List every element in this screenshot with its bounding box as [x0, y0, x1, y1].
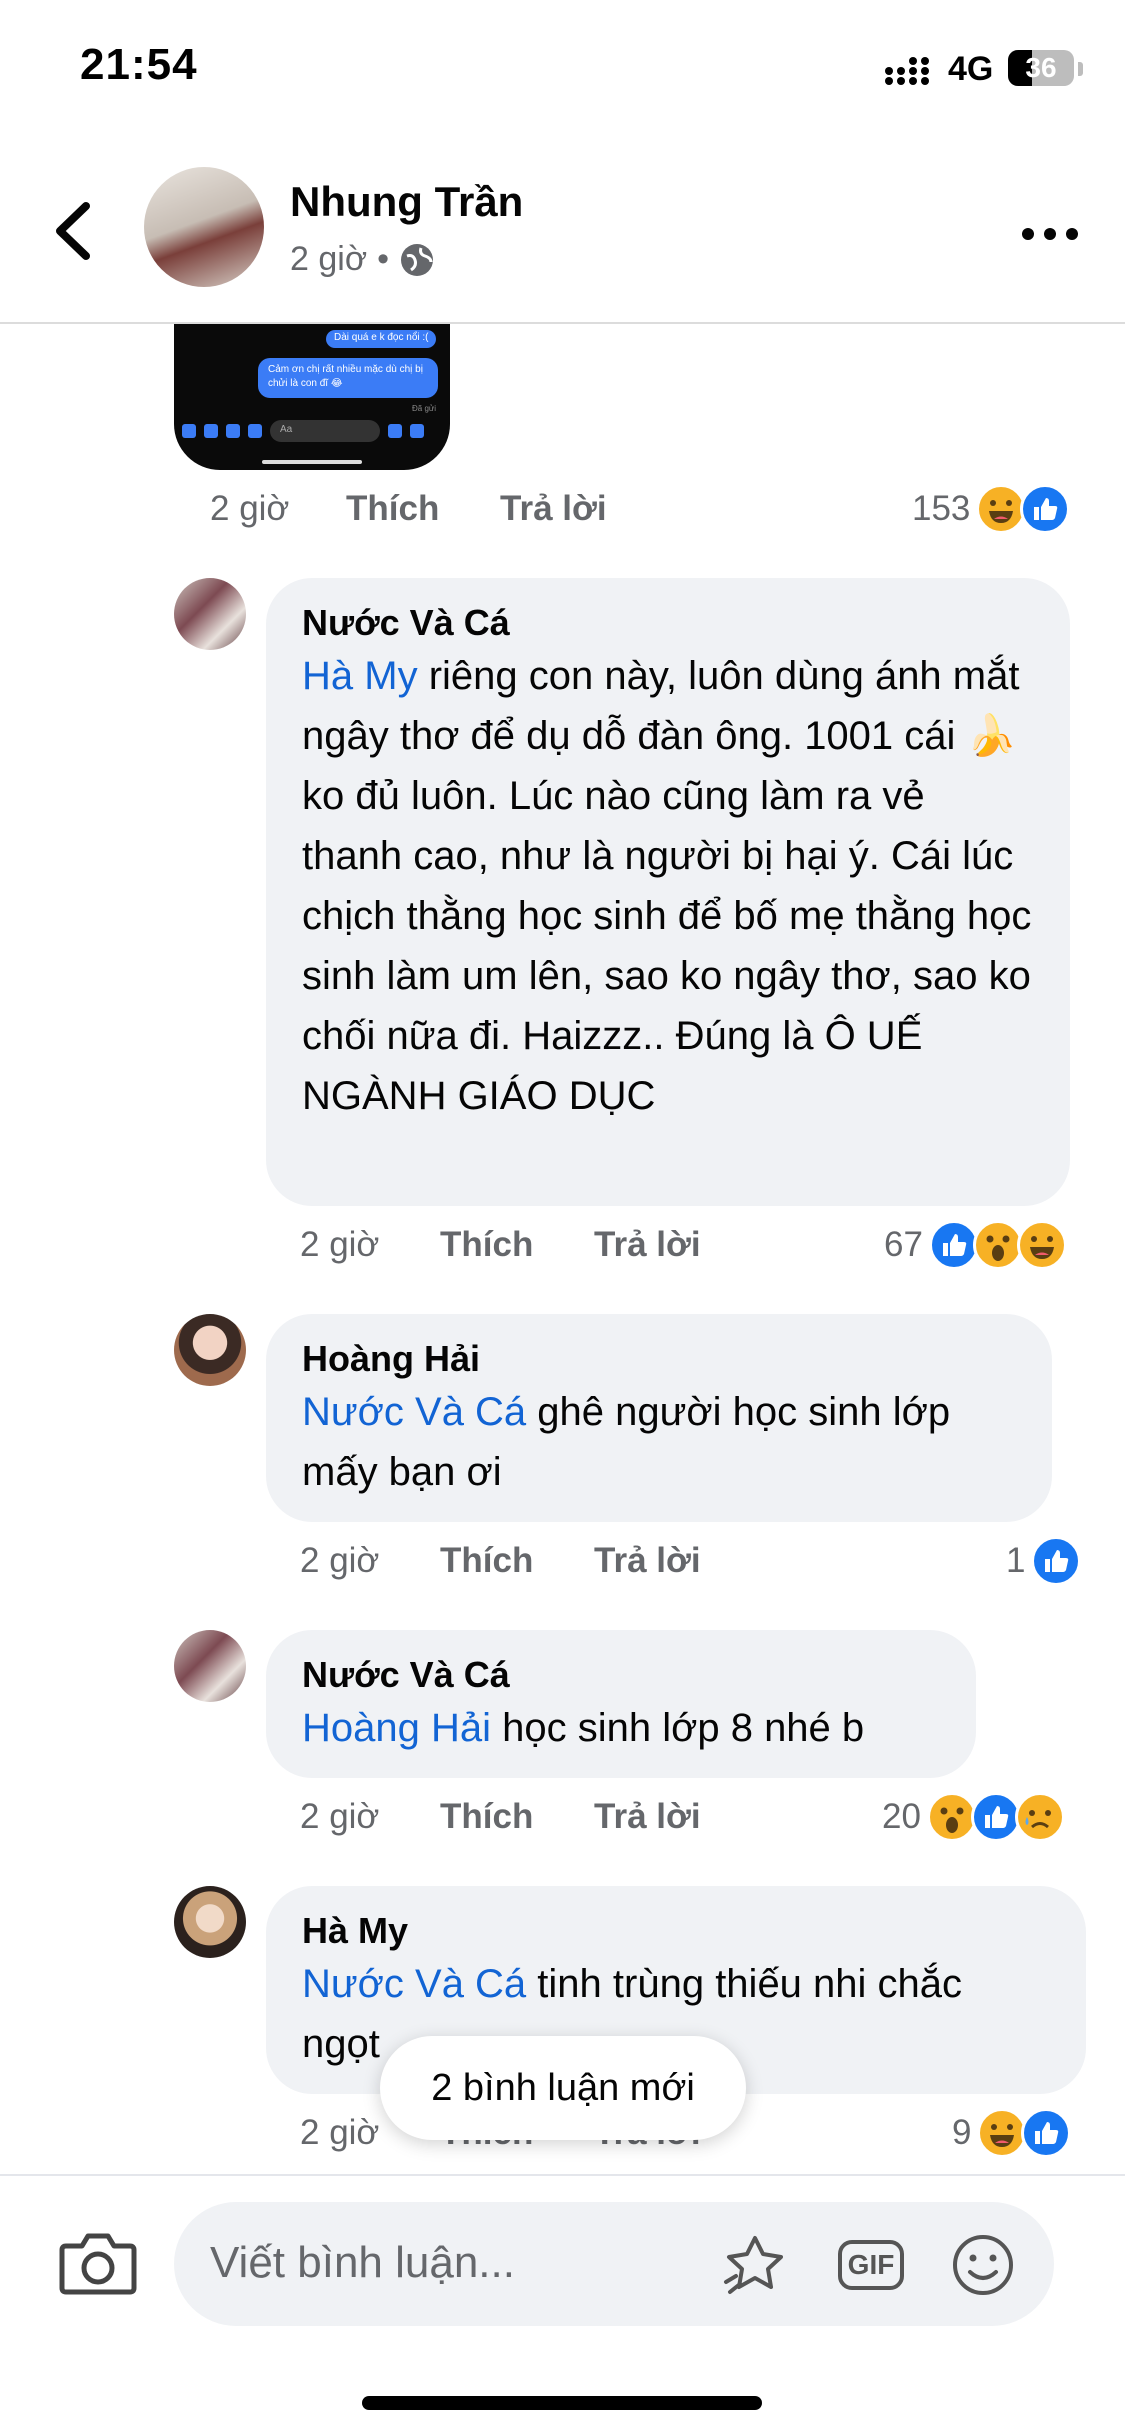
- emoji-icon[interactable]: [950, 2232, 1016, 2298]
- comment-author[interactable]: Nước Và Cá: [302, 1652, 940, 1698]
- banana-emoji: 🍌: [966, 714, 1017, 758]
- reaction-summary[interactable]: 1: [1006, 1536, 1082, 1586]
- like-reaction-icon: [1021, 2108, 1072, 2158]
- status-time: 21:54: [80, 40, 198, 89]
- comment-actions: 2 giờ Thích Trả lời: [300, 1536, 701, 1586]
- post-header: Nhung Trần 2 giờ •: [0, 140, 1125, 324]
- reaction-summary[interactable]: 153: [912, 484, 1071, 534]
- comment-mention[interactable]: Nước Và Cá: [302, 1962, 526, 2006]
- image-input: Aa: [270, 420, 380, 442]
- more-options-icon[interactable]: [1022, 224, 1078, 244]
- author-name[interactable]: Nhung Trần: [290, 178, 523, 226]
- avatar-sticker-icon[interactable]: [722, 2232, 788, 2298]
- like-button[interactable]: Thích: [346, 489, 500, 529]
- image-seen-label: Đã gửi: [412, 404, 437, 413]
- status-bar: 21:54 4G 36: [0, 0, 1125, 140]
- haha-reaction-icon: [1016, 1220, 1067, 1270]
- battery-tip: [1078, 62, 1083, 76]
- image-message-2: Cảm ơn chị rất nhiều mặc dù chị bị chửi …: [258, 358, 438, 398]
- comment-mention[interactable]: Nước Và Cá: [302, 1390, 526, 1434]
- post-meta: 2 giờ •: [290, 240, 435, 279]
- gif-icon[interactable]: GIF: [837, 2232, 905, 2298]
- commenter-avatar[interactable]: [174, 578, 246, 650]
- comment-author[interactable]: Hà My: [302, 1908, 1050, 1954]
- comment-author[interactable]: Nước Và Cá: [302, 600, 1034, 646]
- home-indicator: [362, 2396, 762, 2410]
- comment-input[interactable]: Viết bình luận... GIF: [174, 2202, 1054, 2326]
- sad-reaction-icon: [1014, 1792, 1065, 1842]
- comment-mention[interactable]: Hoàng Hải: [302, 1706, 491, 1750]
- comment-actions: 2 giờ Thích Trả lời: [210, 484, 607, 534]
- battery-icon: 36: [1008, 50, 1074, 86]
- comment-text: Nước Và Cá ghê người học sinh lớp mấy bạ…: [302, 1382, 1016, 1502]
- image-home-indicator: [262, 460, 362, 464]
- haha-reaction-icon: [976, 484, 1027, 534]
- like-reaction-icon: [970, 1792, 1021, 1842]
- image-message-1: Dài quá e k đọc nổi :(: [326, 330, 436, 348]
- wow-reaction-icon: [972, 1220, 1023, 1270]
- comment-actions: 2 giờ Thích Trả lời: [300, 1792, 701, 1842]
- haha-reaction-icon: [977, 2108, 1028, 2158]
- comment-time: 2 giờ: [210, 489, 290, 528]
- like-reaction-icon: [928, 1220, 979, 1270]
- reaction-count: 67: [884, 1225, 923, 1264]
- author-avatar[interactable]: [144, 167, 264, 287]
- reply-button[interactable]: Trả lời: [594, 1225, 701, 1265]
- comment-mention[interactable]: Hà My: [302, 654, 418, 698]
- meta-separator: •: [377, 240, 390, 278]
- reaction-count: 9: [952, 2113, 972, 2152]
- like-button[interactable]: Thích: [440, 1541, 594, 1581]
- reply-button[interactable]: Trả lời: [594, 1797, 701, 1837]
- comment-text-part: học sinh lớp 8 nhé b: [491, 1706, 865, 1750]
- comment-bubble: Hoàng Hải Nước Và Cá ghê người học sinh …: [266, 1314, 1052, 1522]
- like-button[interactable]: Thích: [440, 1225, 594, 1265]
- globe-icon: [401, 243, 434, 276]
- comment-placeholder: Viết bình luận...: [210, 2238, 515, 2287]
- reaction-summary[interactable]: 67: [884, 1220, 1067, 1270]
- reply-button[interactable]: Trả lời: [594, 1541, 701, 1581]
- like-reaction-icon: [1031, 1536, 1082, 1586]
- comment-bubble: Nước Và Cá Hoàng Hải học sinh lớp 8 nhé …: [266, 1630, 976, 1778]
- comment-actions: 2 giờ Thích Trả lời: [300, 1220, 701, 1270]
- comment-time: 2 giờ: [300, 1797, 380, 1836]
- camera-icon[interactable]: [58, 2228, 138, 2298]
- reaction-summary[interactable]: 20: [882, 1792, 1065, 1842]
- commenter-avatar[interactable]: [174, 1886, 246, 1958]
- like-reaction-icon: [1020, 484, 1071, 534]
- comment-text: Hoàng Hải học sinh lớp 8 nhé b: [302, 1698, 940, 1758]
- comment-author[interactable]: Hoàng Hải: [302, 1336, 1016, 1382]
- commenter-avatar[interactable]: [174, 1314, 246, 1386]
- like-button[interactable]: Thích: [440, 1797, 594, 1837]
- wow-reaction-icon: [926, 1792, 977, 1842]
- comment-time: 2 giờ: [300, 1225, 380, 1264]
- reaction-count: 20: [882, 1797, 921, 1836]
- signal-icon: [885, 57, 929, 85]
- image-composer: Aa: [182, 418, 442, 444]
- reaction-count: 1: [1006, 1541, 1026, 1580]
- back-icon[interactable]: [44, 196, 104, 266]
- comment-image[interactable]: Dài quá e k đọc nổi :( Cảm ơn chị rất nh…: [174, 324, 450, 470]
- comment-time: 2 giờ: [300, 1541, 380, 1580]
- comment-text: Hà My riêng con này, luôn dùng ánh mắt n…: [302, 646, 1034, 1126]
- comment-composer: Viết bình luận... GIF: [0, 2174, 1125, 2436]
- network-type: 4G: [948, 50, 994, 88]
- reaction-count: 153: [912, 489, 971, 528]
- reaction-summary[interactable]: 9: [952, 2108, 1072, 2158]
- reply-button[interactable]: Trả lời: [500, 489, 607, 529]
- post-time[interactable]: 2 giờ: [290, 240, 367, 279]
- battery-percent: 36: [1025, 52, 1057, 83]
- comment-text-part: ko đủ luôn. Lúc nào cũng làm ra vẻ thanh…: [302, 714, 1043, 1118]
- new-comments-button[interactable]: 2 bình luận mới: [380, 2036, 746, 2140]
- comment-bubble: Nước Và Cá Hà My riêng con này, luôn dùn…: [266, 578, 1070, 1206]
- gif-label: GIF: [837, 2240, 905, 2290]
- commenter-avatar[interactable]: [174, 1630, 246, 1702]
